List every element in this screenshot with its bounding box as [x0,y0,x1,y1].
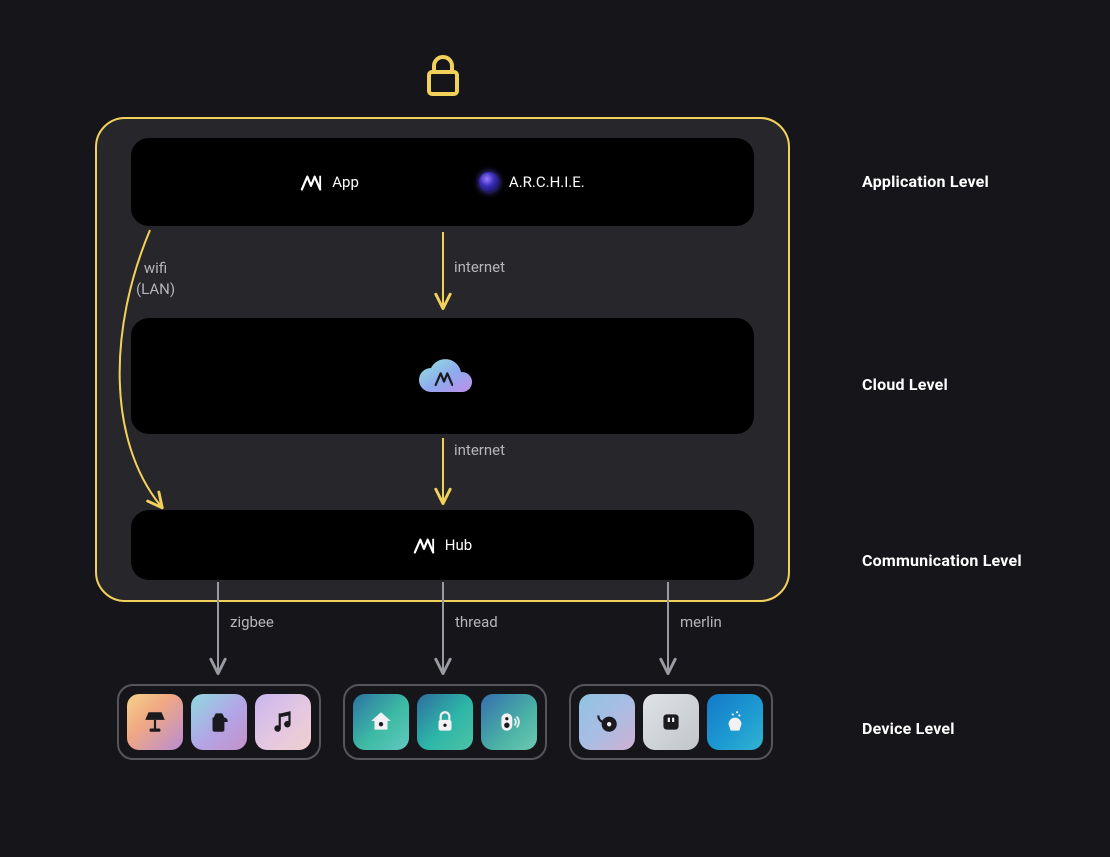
level-label-communication: Communication Level [862,551,1022,570]
conn-label-cloud-hub: internet [454,441,505,459]
conn-label-zigbee: zigbee [230,613,274,631]
box-application: App A.R.C.H.I.E. [131,138,754,226]
device-sensor [481,694,537,750]
archie-label: A.R.C.H.I.E. [509,173,585,191]
conn-label-app-cloud: internet [454,258,505,276]
level-label-device: Device Level [862,719,955,738]
box-communication: Hub [131,510,754,580]
device-kettle [191,694,247,750]
device-lock [417,694,473,750]
device-group-zigbee [117,684,321,760]
m-logo-icon [413,536,435,554]
device-music [255,694,311,750]
conn-label-lan: wifi (LAN) [136,258,175,300]
level-label-application: Application Level [862,172,989,191]
conn-label-lan-line2: (LAN) [136,279,175,300]
conn-label-merlin: merlin [680,613,722,631]
device-lamp [127,694,183,750]
app-item: App [300,173,359,191]
box-cloud [131,318,754,434]
conn-label-lan-line1: wifi [136,258,175,279]
app-label: App [332,173,359,191]
level-label-cloud: Cloud Level [862,375,948,394]
hub-label: Hub [445,536,472,554]
archie-item: A.R.C.H.I.E. [479,172,585,192]
archie-orb-icon [479,172,499,192]
device-socket [643,694,699,750]
conn-label-thread: thread [455,613,498,631]
m-cloud-icon [411,354,475,398]
hub-item: Hub [413,536,472,554]
device-diffuser [707,694,763,750]
lock-icon [429,57,457,94]
device-thermostat [353,694,409,750]
device-group-merlin [569,684,773,760]
device-vacuum [579,694,635,750]
m-logo-icon [300,173,322,191]
device-group-thread [343,684,547,760]
